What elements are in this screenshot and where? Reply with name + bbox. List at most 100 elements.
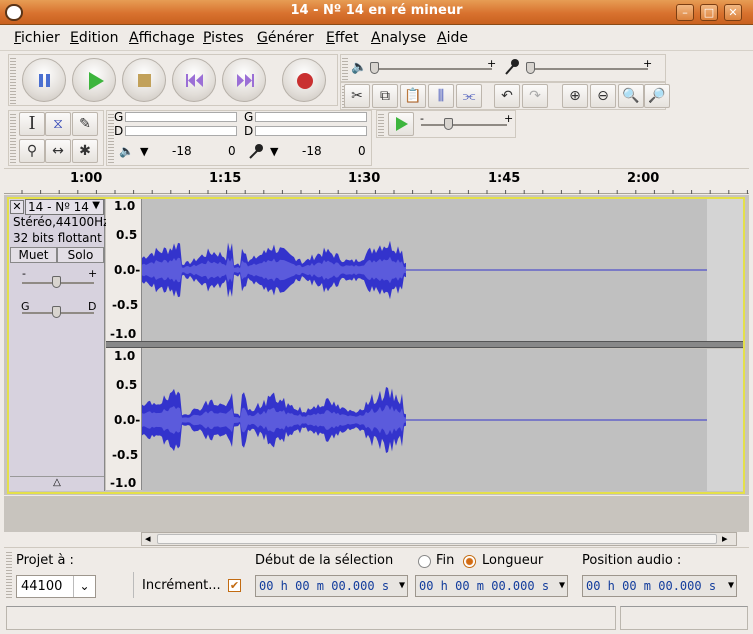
speed-slider[interactable] <box>421 124 507 126</box>
envelope-tool[interactable]: ⧖ <box>45 112 71 136</box>
menu-generer[interactable]: Générer <box>257 30 314 46</box>
project-rate-value: 44100 <box>21 579 63 594</box>
status-bar-rate <box>620 606 748 630</box>
redo-button[interactable]: ↷ <box>522 84 548 108</box>
stop-button[interactable] <box>122 58 166 102</box>
stop-icon <box>138 74 151 87</box>
fit-selection-button[interactable]: 🔍 <box>618 84 644 108</box>
close-button[interactable]: ✕ <box>724 4 742 21</box>
scissors-icon: ✂ <box>351 88 363 104</box>
menu-analyse[interactable]: Analyse <box>371 30 426 46</box>
timeshift-tool[interactable]: ↔ <box>45 139 71 163</box>
input-meter-menu[interactable]: ▼ <box>270 145 278 158</box>
play-at-speed-button[interactable] <box>388 112 414 136</box>
amp-tick: 0.5 <box>116 378 138 392</box>
toolbar-grip[interactable] <box>10 56 16 104</box>
plus-icon: + <box>643 57 653 70</box>
chevron-down-icon: ▼ <box>727 580 734 591</box>
gain-max-label: + <box>88 267 98 280</box>
undo-icon: ↶ <box>501 88 513 104</box>
chevron-down-icon[interactable]: ⌄ <box>73 576 95 597</box>
speaker-icon: 🔈 <box>119 144 134 158</box>
multi-tool[interactable]: ✱ <box>72 139 98 163</box>
toolbar-grip[interactable] <box>342 56 348 80</box>
solo-button[interactable]: Solo <box>57 247 104 263</box>
scroll-left-icon[interactable]: ◂ <box>145 532 151 545</box>
scroll-right-icon[interactable]: ▸ <box>722 532 728 545</box>
waveform-right-channel[interactable] <box>142 349 743 491</box>
audio-position-label: Position audio : <box>582 553 682 568</box>
zoom-in-button[interactable]: ⊕ <box>562 84 588 108</box>
end-option-label: Fin <box>436 553 455 568</box>
maximize-button[interactable]: □ <box>700 4 718 21</box>
timeline-tick: 1:00 <box>70 171 103 186</box>
length-radio[interactable] <box>463 555 476 568</box>
chevron-down-icon: ▼ <box>558 580 565 591</box>
draw-tool[interactable]: ✎ <box>72 112 98 136</box>
triangle-up-icon: △ <box>53 477 61 488</box>
clipboard-icon: 📋 <box>404 88 422 104</box>
skip-end-button[interactable] <box>222 58 266 102</box>
end-radio[interactable] <box>418 555 431 568</box>
zoom-tool[interactable]: ⚲ <box>19 139 45 163</box>
amp-tick: 1.0 <box>114 199 136 213</box>
menu-effet[interactable]: Effet <box>326 30 359 46</box>
amp-tick: 1.0 <box>114 349 136 363</box>
waveform-left-channel[interactable] <box>142 199 743 341</box>
paste-button[interactable]: 📋 <box>400 84 426 108</box>
speed-thumb[interactable] <box>444 118 453 130</box>
window-title: 14 - Nº 14 en ré mineur <box>290 3 463 18</box>
menu-aide[interactable]: Aide <box>437 30 468 46</box>
input-meter-right <box>255 126 367 136</box>
selection-start-label: Début de la sélection <box>255 553 394 568</box>
amp-tick: -0.5 <box>112 298 139 312</box>
gain-thumb[interactable] <box>52 276 61 288</box>
zoom-out-button[interactable]: ⊖ <box>590 84 616 108</box>
track-name-menu[interactable]: 14 - Nº 14 ▼ <box>25 199 104 215</box>
toolbar-grip[interactable] <box>10 112 16 164</box>
menu-fichier[interactable]: Fichier <box>14 30 60 46</box>
toolbar-grip[interactable] <box>6 550 12 600</box>
silence-button[interactable]: ⫘ <box>456 84 482 108</box>
pan-thumb[interactable] <box>52 306 61 318</box>
menu-edition[interactable]: Edition <box>70 30 118 46</box>
snap-label: Incrément... <box>142 578 221 593</box>
input-meter-left <box>255 112 367 122</box>
minimize-button[interactable]: – <box>676 4 694 21</box>
scrollbar-thumb[interactable] <box>157 534 717 544</box>
toolbar-grip[interactable] <box>378 112 384 136</box>
timeshift-icon: ↔ <box>52 143 64 159</box>
audio-position-time[interactable]: 00 h 00 m 00.000 s ▼ <box>582 575 737 597</box>
pause-icon <box>39 74 50 87</box>
input-volume-thumb[interactable] <box>526 62 535 74</box>
collapse-track-button[interactable]: △ <box>10 476 104 490</box>
skip-start-icon <box>186 74 203 87</box>
fit-project-button[interactable]: 🔎 <box>644 84 670 108</box>
envelope-icon: ⧖ <box>53 116 63 132</box>
trim-button[interactable]: ⫼ <box>428 84 454 108</box>
output-volume-thumb[interactable] <box>370 62 379 74</box>
track-close-button[interactable]: ✕ <box>10 200 24 214</box>
output-meter-menu[interactable]: ▼ <box>140 145 148 158</box>
pencil-icon: ✎ <box>79 116 91 132</box>
selection-tool[interactable]: I <box>19 112 45 136</box>
output-volume-slider[interactable] <box>370 68 492 70</box>
record-button[interactable] <box>282 58 326 102</box>
mute-button[interactable]: Muet <box>10 247 57 263</box>
snap-checkbox[interactable]: ✔ <box>228 579 241 592</box>
chevron-down-icon: ▼ <box>92 200 100 211</box>
menu-pistes[interactable]: Pistes <box>203 30 244 46</box>
play-button[interactable] <box>72 58 116 102</box>
input-volume-slider[interactable] <box>526 68 648 70</box>
copy-button[interactable]: ⧉ <box>372 84 398 108</box>
cut-button[interactable]: ✂ <box>344 84 370 108</box>
menu-affichage[interactable]: Affichage <box>129 30 195 46</box>
selection-start-time[interactable]: 00 h 00 m 00.000 s ▼ <box>255 575 408 597</box>
project-rate-combo[interactable]: 44100 ⌄ <box>16 575 96 598</box>
undo-button[interactable]: ↶ <box>494 84 520 108</box>
selection-length-time[interactable]: 00 h 00 m 00.000 s ▼ <box>415 575 568 597</box>
meter-input-left-label: G <box>244 110 254 124</box>
timeline-tick: 1:30 <box>348 171 381 186</box>
skip-start-button[interactable] <box>172 58 216 102</box>
pause-button[interactable] <box>22 58 66 102</box>
